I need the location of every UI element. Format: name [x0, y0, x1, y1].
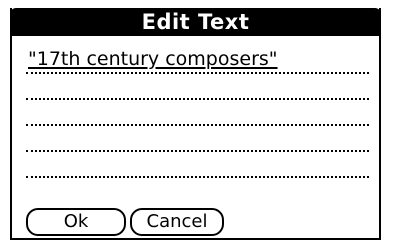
- edit-text-dialog: Edit Text "17th century composers" Ok Ca…: [10, 8, 381, 240]
- text-edit-field[interactable]: "17th century composers": [26, 48, 369, 188]
- text-line-5[interactable]: [26, 152, 369, 178]
- text-line-1-content: "17th century composers": [28, 48, 278, 70]
- cancel-button[interactable]: Cancel: [130, 208, 224, 236]
- text-line-3[interactable]: [26, 100, 369, 126]
- text-line-4[interactable]: [26, 126, 369, 152]
- dialog-title: Edit Text: [10, 8, 381, 36]
- text-line-1[interactable]: "17th century composers": [26, 48, 369, 74]
- text-line-2[interactable]: [26, 74, 369, 100]
- ok-button[interactable]: Ok: [26, 208, 126, 236]
